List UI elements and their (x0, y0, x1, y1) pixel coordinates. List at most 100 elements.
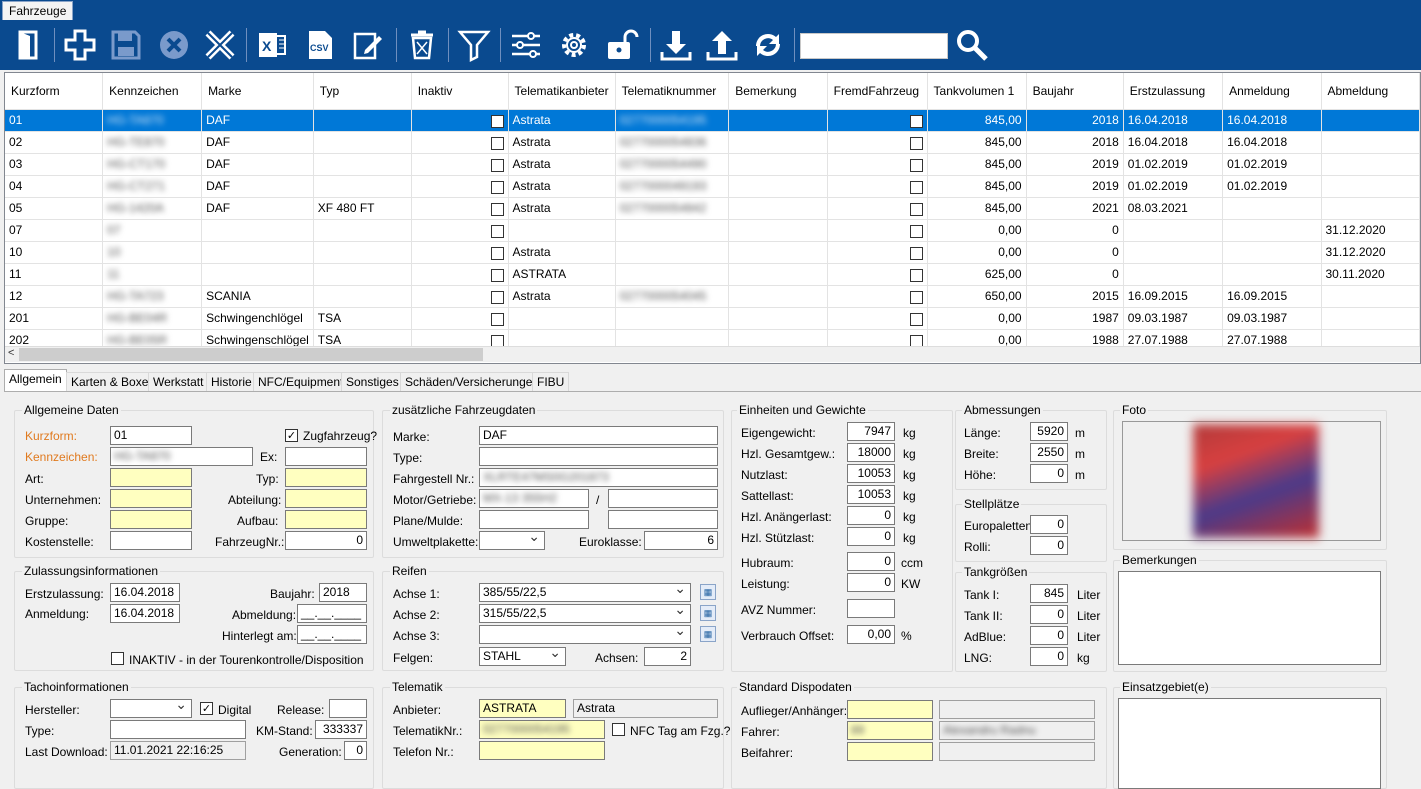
table-cell[interactable]: HG-CT170 (102, 153, 203, 176)
baujahr-field[interactable]: 2018 (319, 583, 367, 602)
table-cell[interactable]: 01.02.2019 (1123, 175, 1224, 198)
row-checkbox[interactable] (909, 290, 923, 304)
tab-allgemein[interactable]: Allgemein (4, 369, 67, 392)
kmstand-field[interactable]: 333337 (315, 720, 367, 739)
table-cell[interactable]: 201 (5, 307, 104, 330)
table-cell[interactable]: 0,00 (927, 307, 1027, 330)
table-row[interactable]: 10 10 Astrata 0,00 0 31.12.2020 (5, 241, 1420, 264)
table-cell[interactable] (827, 307, 928, 330)
table-cell[interactable]: 1987 (1026, 307, 1124, 330)
table-cell[interactable]: DAF (201, 131, 314, 154)
table-cell[interactable]: Astrata (508, 153, 616, 176)
value-field[interactable]: 0 (847, 552, 895, 571)
table-cell[interactable] (313, 219, 412, 242)
table-cell[interactable]: 0277000054842 (615, 197, 730, 220)
table-cell[interactable]: DAF (201, 175, 314, 198)
upload-button[interactable] (700, 23, 744, 67)
abteilung-field[interactable] (285, 489, 367, 508)
table-cell[interactable] (1321, 307, 1420, 330)
table-cell[interactable]: 02 (5, 131, 104, 154)
table-cell[interactable]: 845,00 (927, 109, 1027, 132)
table-row[interactable]: 05 HG-1420A DAF XF 480 FT Astrata 02770000548… (5, 197, 1420, 220)
erstzulassung-field[interactable]: 16.04.2018 (110, 583, 180, 602)
hinterlegt-field[interactable]: __.__.____ (297, 625, 367, 644)
tab-schaeden-versicherungen[interactable]: Schäden/Versicherungen (400, 372, 545, 391)
table-cell[interactable]: 0,00 (927, 219, 1027, 242)
table-cell[interactable]: 01.02.2019 (1222, 175, 1322, 198)
bemerkungen-textarea[interactable] (1118, 571, 1381, 665)
row-checkbox[interactable] (909, 246, 923, 260)
table-cell[interactable] (201, 263, 314, 286)
table-cell[interactable]: Astrata (508, 285, 616, 308)
row-checkbox[interactable] (909, 180, 923, 194)
tab-historie[interactable]: Historie (206, 372, 257, 391)
table-cell[interactable] (827, 197, 928, 220)
table-cell[interactable]: 12 (5, 285, 104, 308)
exit-button[interactable] (6, 23, 50, 67)
table-cell[interactable]: 16.04.2018 (1123, 109, 1224, 132)
table-cell[interactable] (411, 109, 509, 132)
column-header[interactable]: Kennzeichen (102, 73, 203, 110)
kennzeichen-field[interactable]: HG-TA870 (110, 447, 253, 466)
abmeldung-field[interactable]: __.__.____ (297, 604, 367, 623)
table-cell[interactable]: TSA (313, 307, 412, 330)
telnr-field[interactable]: 0277000054195 (479, 720, 605, 739)
table-cell[interactable]: 01 (5, 109, 104, 132)
table-cell[interactable] (201, 219, 314, 242)
avz-field[interactable] (847, 599, 895, 618)
anmeldung-field[interactable]: 16.04.2018 (110, 604, 180, 623)
table-row[interactable]: 12 HG-TA723 SCANIA Astrata 0277000054045 650,… (5, 285, 1420, 308)
table-cell[interactable]: HG-TA870 (102, 109, 203, 132)
table-cell[interactable]: 650,00 (927, 285, 1027, 308)
anbieter-field[interactable]: ASTRATA (479, 699, 566, 718)
table-cell[interactable] (313, 285, 412, 308)
table-cell[interactable] (827, 175, 928, 198)
table-cell[interactable] (411, 263, 509, 286)
value-field[interactable]: 0 (847, 573, 895, 592)
tab-karten-boxen[interactable]: Karten & Boxen (66, 372, 161, 391)
auflieger-field[interactable] (847, 700, 933, 719)
table-cell[interactable]: 16.04.2018 (1222, 131, 1322, 154)
table-cell[interactable] (728, 153, 828, 176)
table-cell[interactable]: Astrata (508, 197, 616, 220)
achse2-browse-button[interactable]: ▦ (700, 605, 716, 621)
add-button[interactable] (58, 23, 102, 67)
table-cell[interactable]: HG-CT271 (102, 175, 203, 198)
table-cell[interactable]: 01.02.2019 (1123, 153, 1224, 176)
unternehmen-field[interactable] (110, 489, 192, 508)
vehicle-grid[interactable]: Kurzform Kennzeichen Marke Typ Inaktiv Telema… (4, 72, 1421, 364)
value-field[interactable]: 5920 (1030, 422, 1068, 441)
save-button[interactable] (104, 23, 148, 67)
euroklasse-field[interactable]: 6 (644, 531, 718, 550)
value-field[interactable]: 0 (847, 506, 895, 525)
table-cell[interactable]: 2018 (1026, 109, 1124, 132)
column-header[interactable]: Baujahr (1026, 73, 1124, 110)
row-checkbox[interactable] (909, 202, 923, 216)
table-cell[interactable]: 0 (1026, 219, 1124, 242)
table-cell[interactable] (508, 307, 616, 330)
table-cell[interactable] (313, 131, 412, 154)
zugfahrzeug-checkbox[interactable] (285, 429, 298, 442)
digital-checkbox[interactable] (200, 702, 213, 715)
motor-field[interactable]: MX-13 355H2 (479, 489, 589, 508)
table-cell[interactable]: 0277000054195 (615, 109, 730, 132)
table-cell[interactable] (508, 219, 616, 242)
table-cell[interactable] (615, 307, 730, 330)
hersteller-dropdown[interactable] (110, 699, 192, 718)
table-cell[interactable] (1123, 219, 1224, 242)
table-row[interactable]: 201 HG-BE04R Schwingenchlögel TSA 0,00 1987 09… (5, 307, 1420, 330)
table-cell[interactable]: Astrata (508, 109, 616, 132)
table-cell[interactable] (1321, 197, 1420, 220)
table-row[interactable]: 11 11 ASTRATA 625,00 0 30.11.2020 (5, 263, 1420, 286)
table-cell[interactable]: 31.12.2020 (1321, 241, 1420, 264)
table-cell[interactable] (313, 175, 412, 198)
table-cell[interactable] (1321, 109, 1420, 132)
column-header[interactable]: Telematiknummer (615, 73, 730, 110)
table-cell[interactable]: XF 480 FT (313, 197, 412, 220)
column-header[interactable]: Inaktiv (411, 73, 509, 110)
table-cell[interactable] (1222, 241, 1322, 264)
table-cell[interactable] (728, 109, 828, 132)
fahrer-field[interactable]: 89 (847, 721, 933, 740)
table-cell[interactable] (313, 241, 412, 264)
excel-export-button[interactable]: X (250, 23, 294, 67)
